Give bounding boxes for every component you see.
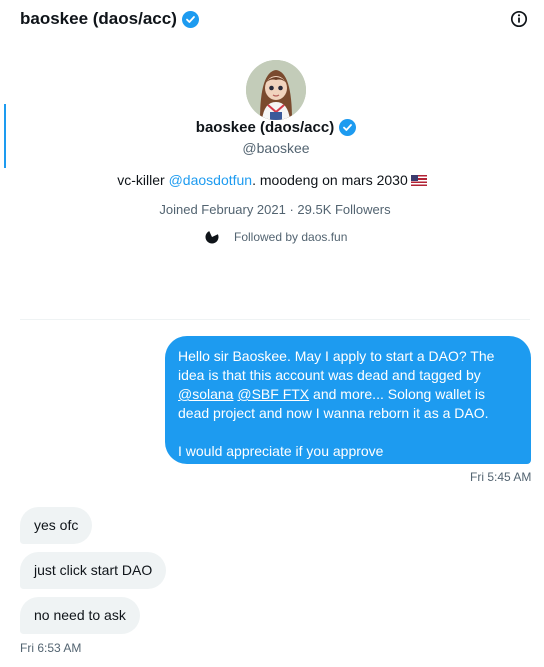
followed-by-text: Followed by daos.fun	[234, 230, 348, 244]
followed-by[interactable]: Followed by daos.fun	[204, 229, 347, 245]
mention-link-sbf[interactable]: @SBF FTX	[237, 386, 309, 402]
follower-avatar-icon	[204, 229, 220, 245]
scroll-focus-indicator	[4, 104, 6, 168]
outgoing-message-bubble[interactable]: Hello sir Baoskee. May I apply to start …	[165, 336, 531, 464]
verified-badge-icon	[339, 119, 357, 136]
outgoing-paragraph-1: Hello sir Baoskee. May I apply to start …	[178, 347, 518, 423]
incoming-timestamp: Fri 6:53 AM	[20, 641, 82, 655]
profile-handle[interactable]: @baoskee	[0, 140, 544, 156]
incoming-message-bubble[interactable]: yes ofc	[20, 507, 93, 544]
mention-link-solana[interactable]: @solana	[178, 386, 233, 402]
divider	[20, 319, 530, 320]
header-name: baoskee (daos/acc)	[20, 9, 177, 28]
profile-meta: Joined February 2021 · 29.5K Followers	[159, 202, 391, 217]
bio-suffix: . moodeng on mars 2030	[252, 172, 408, 188]
outgoing-paragraph-2: I would appreciate if you approve	[178, 443, 384, 459]
outgoing-text-1: Hello sir Baoskee. May I apply to start …	[178, 348, 495, 383]
header-title[interactable]: baoskee (daos/acc)	[20, 9, 199, 29]
conversation-header: baoskee (daos/acc)	[0, 0, 544, 40]
profile-bio: vc-killer @daosdotfun. moodeng on mars 2…	[0, 172, 544, 188]
bio-mention-link[interactable]: @daosdotfun	[169, 172, 253, 188]
info-icon[interactable]	[510, 10, 528, 28]
profile-name[interactable]: baoskee (daos/acc)	[0, 119, 544, 136]
outgoing-timestamp: Fri 5:45 AM	[470, 470, 532, 484]
profile-name-text: baoskee (daos/acc)	[195, 119, 335, 136]
bio-prefix: vc-killer	[117, 172, 169, 188]
incoming-message-bubble[interactable]: just click start DAO	[20, 552, 167, 589]
incoming-message-bubble[interactable]: no need to ask	[20, 597, 140, 634]
us-flag-icon	[410, 175, 427, 186]
verified-badge-icon	[181, 10, 199, 28]
avatar[interactable]	[246, 60, 306, 120]
